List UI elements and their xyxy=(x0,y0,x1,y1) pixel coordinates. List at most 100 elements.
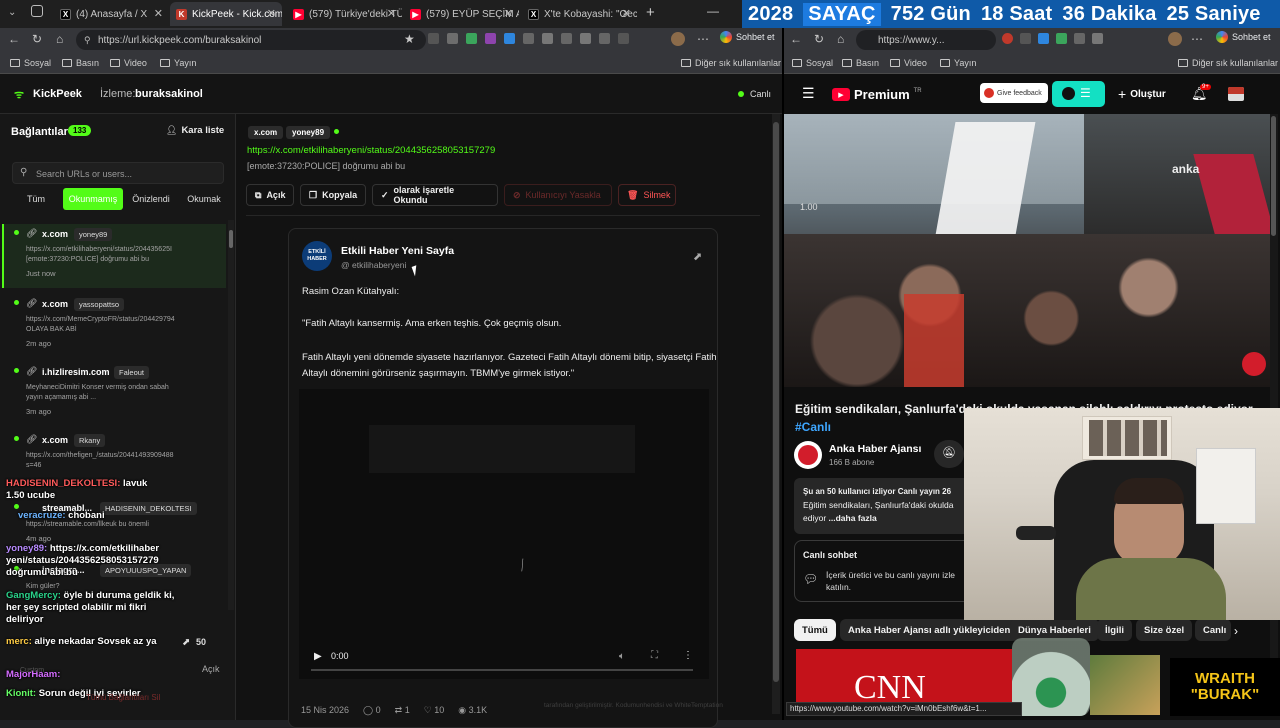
channel-avatar[interactable] xyxy=(794,441,822,469)
chat-message: yoney89: https://x.com/etkilihaber yeni/… xyxy=(6,543,160,578)
main-scrollbar[interactable] xyxy=(772,114,780,714)
chip-channel[interactable]: Anka Haber Ajansı adlı yükleyiciden xyxy=(840,619,1019,641)
menu-icon[interactable]: ☰ xyxy=(802,85,815,102)
star-icon[interactable]: ★ xyxy=(404,32,415,46)
account-avatar[interactable] xyxy=(1228,87,1244,101)
minimize-icon[interactable]: — xyxy=(707,4,719,18)
right-extension-icons[interactable] xyxy=(1002,33,1103,44)
other-bookmarks[interactable]: Diğer sık kullanılanlar xyxy=(681,58,781,68)
new-tab-button[interactable]: + xyxy=(646,4,655,21)
back-icon[interactable]: ← xyxy=(8,32,20,46)
profile-avatar[interactable] xyxy=(1168,32,1182,46)
copy-button[interactable]: ❐ Kopyala xyxy=(300,184,366,206)
link-icon: 🔗︎ xyxy=(26,298,38,308)
home-icon[interactable]: ⌂ xyxy=(56,32,63,46)
bookmark-yayin[interactable]: Yayın xyxy=(940,58,976,68)
sidebar-scrollbar[interactable] xyxy=(228,220,234,610)
create-button[interactable]: + Oluştur xyxy=(1118,86,1166,102)
filter-unread[interactable]: Okunmamış xyxy=(63,188,123,210)
other-bookmarks[interactable]: Diğer sık kullanılanlar xyxy=(1178,58,1278,68)
delete-button[interactable]: 🗑︎ Silmek xyxy=(618,184,676,206)
list-item[interactable]: 🔗︎ x.com yassopattso https://x.com/MemeC… xyxy=(4,294,228,358)
more-icon[interactable]: ⋯ xyxy=(1191,32,1203,46)
right-chat-button[interactable]: Sohbet et xyxy=(1216,31,1271,43)
close-icon[interactable]: ✕ xyxy=(504,7,513,20)
tab-youtube-2[interactable]: ▶ (579) EYÜP SEÇİM AN ✕ xyxy=(404,2,519,26)
notification-toggle[interactable]: 🔕︎ xyxy=(934,440,964,468)
tab-kickpeek[interactable]: K KickPeek - Kick.com iz ✕ xyxy=(170,2,282,26)
folder-icon xyxy=(792,59,802,67)
youtube-logo[interactable]: ▶ Premium TR xyxy=(832,87,922,102)
close-icon[interactable]: ✕ xyxy=(154,7,163,20)
back-icon[interactable]: ← xyxy=(790,32,802,46)
extension-button[interactable]: ☰ xyxy=(1052,81,1105,107)
folder-icon xyxy=(110,59,120,67)
play-icon[interactable]: ▶ xyxy=(314,651,322,662)
tab-x-home[interactable]: X (4) Anasayfa / X ✕ xyxy=(54,2,169,26)
search-input[interactable]: ⚲ Search URLs or users... xyxy=(12,162,224,184)
video-more-icon[interactable]: ⋮ xyxy=(683,650,693,661)
overlay-count: 50 xyxy=(196,637,207,647)
bookmark-yayin[interactable]: Yayın xyxy=(160,58,196,68)
desc-line-1: Şu an 50 kullanıcı izliyor Canlı yayın 2… xyxy=(803,487,952,496)
close-icon[interactable]: ✕ xyxy=(622,7,631,20)
filter-read[interactable]: Okumak xyxy=(180,188,228,210)
chip-all[interactable]: Tümü xyxy=(794,619,836,641)
chip-live[interactable]: Canlı xyxy=(1195,619,1231,641)
extension-icons[interactable] xyxy=(428,33,629,44)
chat-bubble-icon: 💬︎ xyxy=(803,572,819,586)
close-icon[interactable]: ✕ xyxy=(267,7,276,20)
video-time: 0:00 xyxy=(331,651,349,661)
home-icon[interactable]: ⌂ xyxy=(837,32,844,46)
status-url-bar: https://www.youtube.com/watch?v=iMn0bEsh… xyxy=(786,702,1022,716)
tweet-avatar: ETKİLİ HABER xyxy=(302,241,332,271)
profile-avatar[interactable] xyxy=(671,32,685,46)
list-item[interactable]: 🔗︎ x.com yoney89 https://x.com/etkilihab… xyxy=(2,224,226,288)
online-dot xyxy=(334,129,339,134)
external-link-icon[interactable]: ⬈ xyxy=(693,250,702,263)
left-chat-button[interactable]: Sohbet et xyxy=(720,31,775,43)
brand-name: KickPeek xyxy=(33,88,82,100)
tweet-video-player[interactable]: ／ ▶ 0:00 🔈︎ ⛶ ⋮ xyxy=(299,389,709,679)
tab-youtube-1[interactable]: ▶ (579) Türkiye'deki TÜM ✕ xyxy=(287,2,402,26)
live-video-player[interactable]: 1.00 anka xyxy=(784,114,1270,387)
desc-line-2: Eğitim sendikaları, Şanlıurfa'daki okuld… xyxy=(803,500,954,510)
workspaces-icon[interactable] xyxy=(31,5,43,17)
hashtag-link[interactable]: #Canlı xyxy=(795,420,831,434)
left-url-bar[interactable]: https://url.kickpeek.com/buraksakinol xyxy=(76,30,426,50)
reload-icon[interactable]: ↻ xyxy=(32,32,42,46)
chat-message: veracruze: chobani xyxy=(18,510,105,521)
chevron-right-icon[interactable]: › xyxy=(1234,624,1238,638)
more-link[interactable]: ...daha fazla xyxy=(829,513,877,523)
feedback-button[interactable]: Give feedback xyxy=(980,83,1048,103)
video-progress-bar[interactable] xyxy=(311,669,693,671)
reload-icon[interactable]: ↻ xyxy=(814,32,824,46)
chip-related[interactable]: İlgili xyxy=(1097,619,1132,641)
fullscreen-icon[interactable]: ⛶ xyxy=(651,650,658,661)
list-item[interactable]: 🔗︎ i.hizliresim.com Faleout MeyhaneciDim… xyxy=(4,362,228,426)
bookmark-sosyal[interactable]: Sosyal xyxy=(10,58,51,68)
bookmark-basin[interactable]: Basın xyxy=(842,58,879,68)
mute-icon[interactable]: 🔈︎ xyxy=(619,651,625,662)
right-url-bar[interactable]: https://www.y... xyxy=(856,30,996,50)
mark-read-button[interactable]: ✓ olarak işaretle Okundu xyxy=(372,184,498,206)
detail-url-link[interactable]: https://x.com/etkilihaberyeni/status/204… xyxy=(247,145,495,156)
bookmark-video[interactable]: Video xyxy=(110,58,147,68)
counter-hours: 18 Saat xyxy=(980,2,1053,25)
filter-previewed[interactable]: Önizlendi xyxy=(125,188,177,210)
more-icon[interactable]: ⋯ xyxy=(697,32,709,46)
close-icon[interactable]: ✕ xyxy=(387,7,396,20)
blacklist-button[interactable]: 👤︎ Kara liste xyxy=(166,125,224,136)
chip-for-you[interactable]: Size özel xyxy=(1136,619,1193,641)
channel-name[interactable]: Anka Haber Ajansı xyxy=(829,443,921,455)
tab-menu-icon[interactable]: ⌄ xyxy=(8,7,16,18)
site-info-icon[interactable]: ⚲ xyxy=(84,35,91,46)
bookmark-video[interactable]: Video xyxy=(890,58,927,68)
bookmark-sosyal[interactable]: Sosyal xyxy=(792,58,833,68)
open-button[interactable]: ⧉ Açık xyxy=(246,184,294,206)
ban-user-button[interactable]: ⊘ Kullanıcıyı Yasakla xyxy=(504,184,612,206)
tab-x-kobayashi[interactable]: X X'te Kobayashi: "Gece ✕ xyxy=(522,2,637,26)
bookmark-basin[interactable]: Basın xyxy=(62,58,99,68)
thumbnail[interactable]: CNN xyxy=(796,649,1012,709)
filter-all[interactable]: Tüm xyxy=(12,188,60,210)
